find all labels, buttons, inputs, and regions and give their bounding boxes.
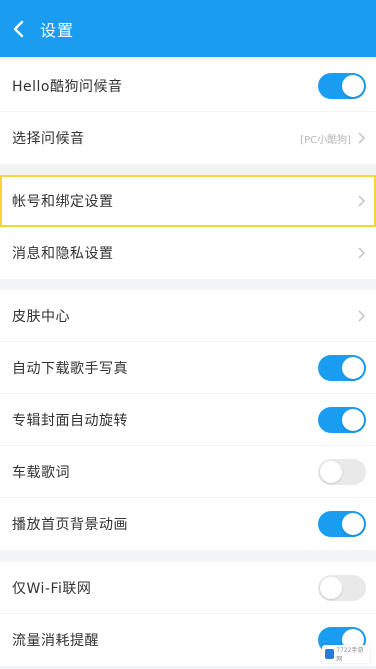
setting-value: [PC小酷狗] [300,134,351,146]
settings-group-greeting: Hello酷狗问候音 选择问候音 [PC小酷狗] [0,60,376,164]
hello-greeting-toggle[interactable] [318,72,366,99]
setting-label: 自动下载歌手写真 [12,360,128,377]
watermark-text: 7722手游网 [336,647,364,663]
chevron-right-icon [358,194,366,207]
setting-row-rotate-album-cover[interactable]: 专辑封面自动旋转 [0,394,376,446]
wifi-only-toggle[interactable] [318,574,366,601]
chevron-left-icon [13,20,24,37]
toggle-knob [342,356,364,379]
setting-row-auto-download-photos[interactable]: 自动下载歌手写真 [0,342,376,394]
toggle-knob [320,460,342,483]
setting-label: 帐号和绑定设置 [12,193,114,210]
top-bar: 设置 [0,0,376,57]
setting-row-wifi-only[interactable]: 仅Wi-Fi联网 [0,562,376,614]
settings-group-network: 仅Wi-Fi联网 流量消耗提醒 [0,562,376,666]
background-animation-toggle[interactable] [318,511,366,537]
car-lyrics-toggle[interactable] [318,458,366,485]
page-title: 设置 [40,20,75,40]
setting-label: 消息和隐私设置 [12,246,114,262]
setting-label: 播放首页背景动画 [12,517,128,533]
setting-row-background-animation[interactable]: 播放首页背景动画 [0,498,376,550]
toggle-knob [320,576,342,599]
setting-row-skin-center[interactable]: 皮肤中心 [0,290,376,342]
chevron-right-icon [358,309,366,322]
setting-label: 皮肤中心 [12,308,70,325]
setting-row-message-privacy[interactable]: 消息和隐私设置 [0,227,376,279]
setting-row-account-binding[interactable]: 帐号和绑定设置 [0,175,376,227]
watermark-logo: 7722手游网 [322,645,370,663]
settings-group-account: 帐号和绑定设置 消息和隐私设置 [0,175,376,279]
setting-label: 仅Wi-Fi联网 [12,580,92,597]
rotate-album-cover-toggle[interactable] [318,406,366,433]
setting-label: 选择问候音 [12,131,85,147]
setting-row-choose-greeting[interactable]: 选择问候音 [PC小酷狗] [0,112,376,164]
setting-row-car-lyrics[interactable]: 车载歌词 [0,446,376,498]
toggle-knob [342,408,364,431]
setting-row-data-usage-reminder[interactable]: 流量消耗提醒 [0,614,376,666]
auto-download-photos-toggle[interactable] [318,354,366,381]
chevron-right-icon [358,132,366,144]
setting-label: 车载歌词 [12,464,70,481]
setting-label: 专辑封面自动旋转 [12,412,128,429]
setting-row-hello-greeting[interactable]: Hello酷狗问候音 [0,60,376,112]
back-button[interactable] [2,0,36,57]
chevron-right-icon [358,247,366,259]
setting-label: Hello酷狗问候音 [12,78,123,95]
watermark-icon [325,649,335,659]
settings-group-display: 皮肤中心 自动下载歌手写真 专辑封面自动旋转 车载歌词 播放首页背景动画 [0,290,376,550]
setting-label: 流量消耗提醒 [12,633,99,649]
toggle-knob [342,513,364,535]
toggle-knob [342,74,364,97]
